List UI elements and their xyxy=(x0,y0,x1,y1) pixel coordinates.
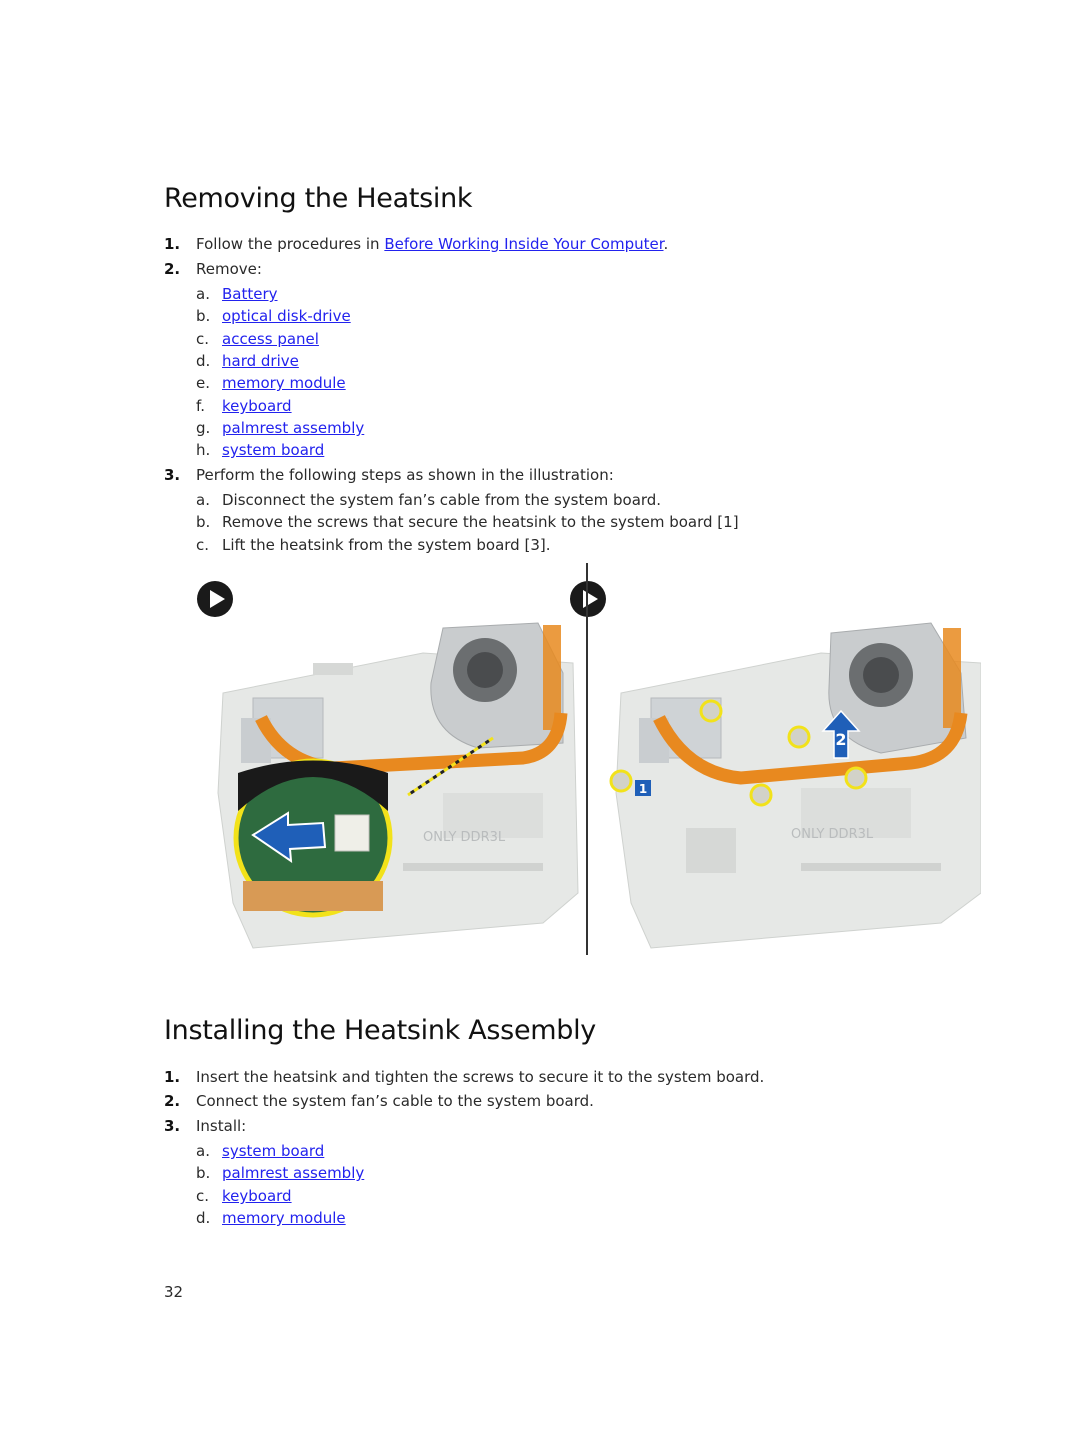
step-1: 1. Follow the procedures in Before Workin… xyxy=(164,235,668,253)
link-keyboard[interactable]: keyboard xyxy=(222,397,292,415)
link-palmrest-assembly[interactable]: palmrest assembly xyxy=(222,419,364,437)
item-letter: h. xyxy=(196,441,211,459)
remove-item: c. access panel xyxy=(196,330,319,348)
illustration-divider xyxy=(586,563,588,955)
link-access-panel[interactable]: access panel xyxy=(222,330,319,348)
step-3: 3. Perform the following steps as shown i… xyxy=(164,466,614,484)
link-optical-disk-drive[interactable]: optical disk-drive xyxy=(222,307,351,325)
page-number: 32 xyxy=(164,1283,184,1301)
link-memory-module[interactable]: memory module xyxy=(222,374,346,392)
remove-item: h. system board xyxy=(196,441,324,459)
section-title-removing: Removing the Heatsink xyxy=(164,183,473,214)
item-letter: b. xyxy=(196,513,211,531)
item-letter: d. xyxy=(196,352,211,370)
step-text: Perform the following steps as shown in … xyxy=(196,466,614,484)
remove-item: a. Battery xyxy=(196,285,278,303)
item-letter: a. xyxy=(196,1142,210,1160)
install-item: a. system board xyxy=(196,1142,324,1160)
item-letter: f. xyxy=(196,397,205,415)
step-number: 2. xyxy=(164,260,181,278)
item-letter: b. xyxy=(196,1164,211,1182)
step-number: 1. xyxy=(164,235,181,253)
step-text: Follow the procedures in xyxy=(196,235,385,253)
link-system-board[interactable]: system board xyxy=(222,1142,324,1160)
screw-icon xyxy=(787,725,811,749)
step-text: Remove: xyxy=(196,260,262,278)
section-title-installing: Installing the Heatsink Assembly xyxy=(164,1015,596,1046)
step-2: 2. Remove: xyxy=(164,260,262,278)
fan-assembly xyxy=(828,622,967,754)
board-label: ONLY DDR3L xyxy=(791,827,874,842)
link-keyboard[interactable]: keyboard xyxy=(222,1187,292,1205)
remove-item: f. keyboard xyxy=(196,397,292,415)
item-text: Remove the screws that secure the heatsi… xyxy=(222,513,739,531)
install-item: b. palmrest assembly xyxy=(196,1164,364,1182)
item-letter: c. xyxy=(196,536,210,554)
item-letter: c. xyxy=(196,330,210,348)
callout-2-label: 2 xyxy=(835,730,846,749)
item-text: Disconnect the system fan’s cable from t… xyxy=(222,491,662,509)
callout-1-label: 1 xyxy=(639,782,647,796)
step-text: Connect the system fan’s cable to the sy… xyxy=(196,1092,594,1110)
item-letter: a. xyxy=(196,285,210,303)
remove-item: e. memory module xyxy=(196,374,346,392)
item-letter: g. xyxy=(196,419,211,437)
step-number: 1. xyxy=(164,1068,181,1086)
step-text-end: . xyxy=(663,235,669,253)
heatsink-illustration: ONLY DDR3L 1 2 ONLY DDR3L xyxy=(193,563,983,958)
item-letter: d. xyxy=(196,1209,211,1227)
board-label: ONLY DDR3L xyxy=(423,830,506,845)
item-letter: c. xyxy=(196,1187,210,1205)
step-text: Install: xyxy=(196,1117,247,1135)
item-letter: e. xyxy=(196,374,210,392)
link-memory-module[interactable]: memory module xyxy=(222,1209,346,1227)
install-step-3: 3. Install: xyxy=(164,1117,246,1135)
screw-icon xyxy=(699,699,723,723)
link-battery[interactable]: Battery xyxy=(222,285,278,303)
zoom-callout xyxy=(233,758,393,918)
remove-item: d. hard drive xyxy=(196,352,299,370)
screw-icon xyxy=(844,766,868,790)
item-letter: b. xyxy=(196,307,211,325)
illustration-step: c. Lift the heatsink from the system boar… xyxy=(196,536,550,554)
fan-assembly xyxy=(430,622,564,749)
step-number: 3. xyxy=(164,466,181,484)
link-system-board[interactable]: system board xyxy=(222,441,324,459)
screw-icon xyxy=(749,783,773,807)
illustration-right-panel: 1 2 ONLY DDR3L xyxy=(609,622,981,949)
link-palmrest-assembly[interactable]: palmrest assembly xyxy=(222,1164,364,1182)
illustration-left-panel: ONLY DDR3L xyxy=(217,622,579,949)
install-item: c. keyboard xyxy=(196,1187,292,1205)
step-number: 3. xyxy=(164,1117,181,1135)
remove-item: g. palmrest assembly xyxy=(196,419,364,437)
item-letter: a. xyxy=(196,491,210,509)
screw-icon xyxy=(609,769,633,793)
item-text: Lift the heatsink from the system board … xyxy=(222,536,551,554)
link-hard-drive[interactable]: hard drive xyxy=(222,352,299,370)
step-number: 2. xyxy=(164,1092,181,1110)
remove-item: b. optical disk-drive xyxy=(196,307,351,325)
link-before-working[interactable]: Before Working Inside Your Computer xyxy=(384,235,663,253)
illustration-step: a. Disconnect the system fan’s cable from… xyxy=(196,491,661,509)
manual-page: Removing the Heatsink 1. Follow the proce… xyxy=(0,0,1080,1434)
callout-1: 1 xyxy=(635,780,651,796)
step-text: Insert the heatsink and tighten the scre… xyxy=(196,1068,765,1086)
install-step-2: 2. Connect the system fan’s cable to the … xyxy=(164,1092,594,1110)
install-step-1: 1. Insert the heatsink and tighten the sc… xyxy=(164,1068,764,1086)
illustration-step: b. Remove the screws that secure the heat… xyxy=(196,513,739,531)
install-item: d. memory module xyxy=(196,1209,346,1227)
